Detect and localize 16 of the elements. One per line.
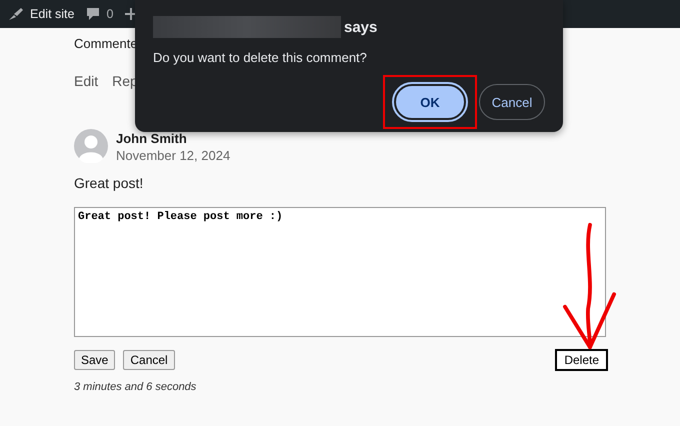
form-button[interactable]: Cancel (123, 350, 175, 370)
comment-count: 0 (106, 7, 114, 21)
dialog-title: says (344, 18, 378, 36)
dialog-message: Do you want to delete this comment? (153, 50, 368, 65)
elapsed-time: 3 minutes and 6 seconds (74, 381, 198, 393)
author-name: John Smith (116, 131, 188, 146)
comments-heading: Commente (74, 36, 138, 51)
comment-editor[interactable]: Great post! Please post more :) (74, 207, 606, 337)
delete-button[interactable]: Delete (555, 349, 608, 371)
comment-text: Great post! (74, 175, 144, 191)
form-button[interactable]: Save (74, 350, 116, 370)
action-link[interactable]: Edit (74, 73, 98, 89)
comment-date: November 12, 2024 (116, 148, 230, 163)
edit-site-link[interactable]: Edit site (30, 7, 74, 21)
ok-button[interactable]: OK (394, 84, 466, 120)
cancel-button[interactable]: Cancel (479, 84, 545, 120)
